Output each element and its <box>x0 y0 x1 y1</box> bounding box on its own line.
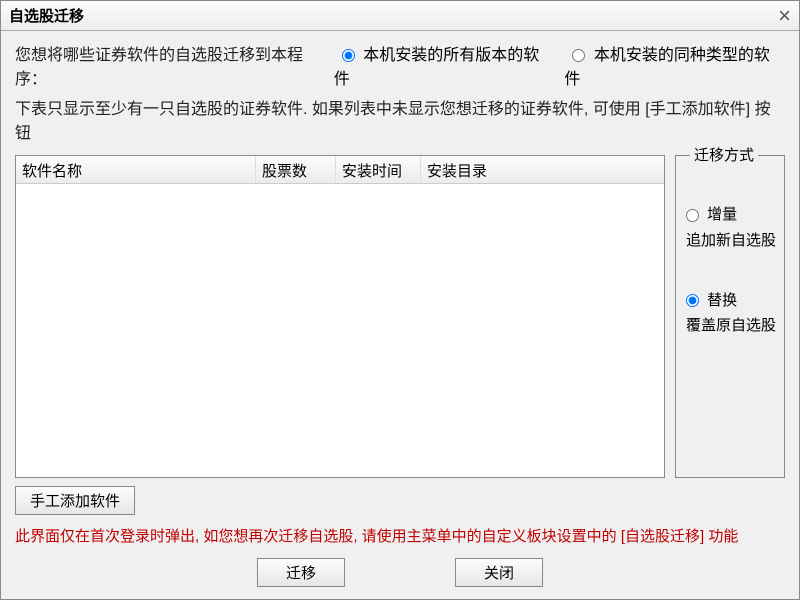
hint-line: 下表只显示至少有一只自选股的证券软件. 如果列表中未显示您想迁移的证券软件, 可… <box>15 95 785 143</box>
migrate-button[interactable]: 迁移 <box>257 558 345 587</box>
radio-same-type[interactable]: 本机安装的同种类型的软件 <box>564 41 785 89</box>
incremental-desc: 追加新自选股 <box>686 229 776 250</box>
radio-all-versions-label: 本机安装的所有版本的软件 <box>334 47 539 88</box>
migrate-mode-legend: 迁移方式 <box>690 144 758 165</box>
below-table-row: 手工添加软件 <box>15 486 785 515</box>
radio-incremental-input[interactable] <box>686 209 699 222</box>
replace-desc: 覆盖原自选股 <box>686 314 776 335</box>
manual-add-button[interactable]: 手工添加软件 <box>15 486 135 515</box>
col-install-time[interactable]: 安装时间 <box>336 156 421 183</box>
table-body[interactable] <box>16 184 664 477</box>
dialog-window: 自选股迁移 × 您想将哪些证券软件的自选股迁移到本程序： 本机安装的所有版本的软… <box>0 0 800 600</box>
window-title: 自选股迁移 <box>9 5 84 26</box>
source-question: 您想将哪些证券软件的自选股迁移到本程序： <box>15 41 334 89</box>
radio-replace-input[interactable] <box>686 294 699 307</box>
migrate-mode-group: 迁移方式 增量 追加新自选股 替换 覆盖原自选股 <box>675 155 785 478</box>
titlebar: 自选股迁移 × <box>1 1 799 31</box>
col-install-dir[interactable]: 安装目录 <box>421 156 664 183</box>
middle-row: 软件名称 股票数 安装时间 安装目录 迁移方式 增量 追加新自选股 <box>15 155 785 478</box>
radio-all-versions-input[interactable] <box>342 49 355 62</box>
col-software-name[interactable]: 软件名称 <box>16 156 256 183</box>
radio-same-type-input[interactable] <box>572 49 585 62</box>
table-header: 软件名称 股票数 安装时间 安装目录 <box>16 156 664 184</box>
close-icon[interactable]: × <box>761 3 791 29</box>
red-hint: 此界面仅在首次登录时弹出, 如您想再次迁移自选股, 请使用主菜单中的自定义板块设… <box>15 525 785 546</box>
radio-incremental-block: 增量 追加新自选股 <box>686 204 776 250</box>
software-table[interactable]: 软件名称 股票数 安装时间 安装目录 <box>15 155 665 478</box>
radio-all-versions[interactable]: 本机安装的所有版本的软件 <box>334 41 555 89</box>
source-selection-row: 您想将哪些证券软件的自选股迁移到本程序： 本机安装的所有版本的软件 本机安装的同… <box>15 41 785 89</box>
col-stock-count[interactable]: 股票数 <box>256 156 336 183</box>
radio-replace-label: 替换 <box>707 292 737 309</box>
close-button[interactable]: 关闭 <box>455 558 543 587</box>
dialog-content: 您想将哪些证券软件的自选股迁移到本程序： 本机安装的所有版本的软件 本机安装的同… <box>1 31 799 599</box>
bottom-buttons: 迁移 关闭 <box>15 558 785 587</box>
radio-replace-block: 替换 覆盖原自选股 <box>686 290 776 336</box>
radio-incremental[interactable]: 增量 <box>686 204 776 227</box>
radio-incremental-label: 增量 <box>707 206 737 223</box>
radio-same-type-label: 本机安装的同种类型的软件 <box>564 47 769 88</box>
radio-replace[interactable]: 替换 <box>686 290 776 313</box>
